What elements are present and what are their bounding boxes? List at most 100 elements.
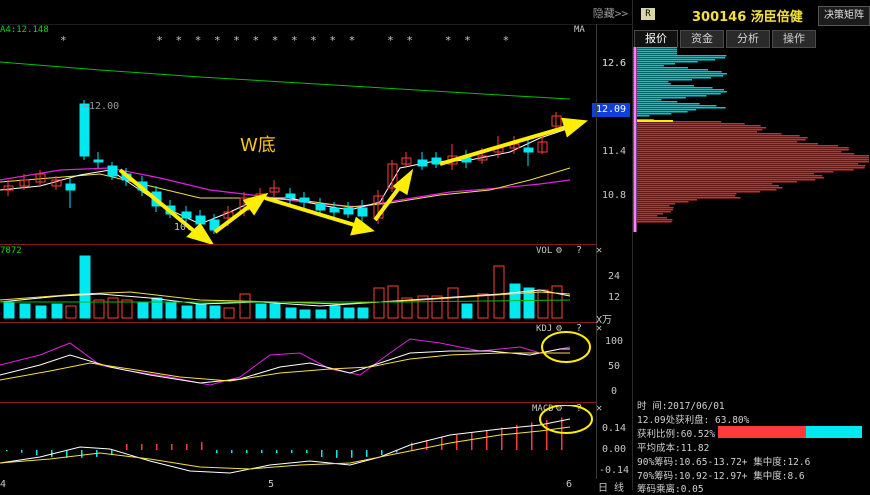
tab-funds[interactable]: 资金 xyxy=(680,30,724,48)
low-price-label: 10. xyxy=(174,222,193,233)
chip-bar xyxy=(637,53,677,55)
w-bottom-annotation: W底 xyxy=(240,135,276,156)
macd-bar xyxy=(546,420,548,450)
period-label[interactable]: 日 线 xyxy=(598,479,624,494)
chip-bar xyxy=(637,147,849,149)
decision-matrix-button[interactable]: 决策矩阵 xyxy=(818,6,870,26)
chip-bar xyxy=(637,111,688,113)
chip-bar xyxy=(637,167,865,169)
chip-bar xyxy=(637,195,736,197)
chip-bar xyxy=(637,99,662,101)
chip-bar xyxy=(637,165,866,167)
volume-bar xyxy=(537,289,549,319)
chip-bar xyxy=(637,107,726,109)
chip-bar xyxy=(637,189,777,191)
macd-bar xyxy=(261,450,263,453)
chip-bar xyxy=(637,143,819,145)
candle-body xyxy=(107,165,118,177)
macd-bar xyxy=(276,450,278,453)
chip-bar xyxy=(637,95,707,97)
chip-bar xyxy=(637,77,712,79)
macd-bar xyxy=(126,444,128,450)
chip-bar xyxy=(637,141,798,143)
chip-bar xyxy=(637,105,717,107)
macd-bar xyxy=(246,450,248,453)
tab-quote[interactable]: 报价 xyxy=(634,30,678,48)
volume-chart[interactable] xyxy=(0,250,596,322)
chip-bar xyxy=(637,97,686,99)
chip-bar xyxy=(637,65,664,67)
chip-bar xyxy=(637,155,869,157)
chip-bar xyxy=(637,163,859,165)
candle-body xyxy=(417,159,428,167)
candle-body xyxy=(285,193,296,199)
chip-bar xyxy=(637,83,671,85)
chip-bar xyxy=(637,213,664,215)
chip-bar xyxy=(637,209,673,211)
macd-bar xyxy=(306,450,308,453)
macd-dea-line xyxy=(0,426,571,470)
chip-bar xyxy=(637,101,678,103)
chip-distribution-chart[interactable] xyxy=(633,47,870,232)
candle-body xyxy=(357,207,368,217)
candle-body xyxy=(299,197,310,203)
volume-bar xyxy=(181,305,193,319)
chip-bar xyxy=(637,115,650,117)
divider xyxy=(0,322,596,323)
macd-bar xyxy=(141,444,143,450)
kdj-chart[interactable] xyxy=(0,325,596,402)
chip-bar xyxy=(637,175,823,177)
hide-button[interactable]: 隐藏>> xyxy=(593,5,628,21)
macd-bar xyxy=(366,450,368,457)
vol-axis-tick: 24 xyxy=(607,271,621,282)
volume-bar xyxy=(195,303,207,319)
macd-bar xyxy=(411,442,413,450)
ma-readout: A4:12.148 xyxy=(0,25,49,35)
profit-bar-cyan xyxy=(806,426,862,438)
chip-bar xyxy=(637,51,677,53)
date-tick: 4 xyxy=(0,479,7,490)
volume-bar xyxy=(223,307,235,319)
chip-bar xyxy=(637,159,869,161)
volume-bar xyxy=(107,297,119,319)
chip-bar xyxy=(637,135,800,137)
chip-bar xyxy=(637,61,698,63)
chip-bar xyxy=(637,137,808,139)
chip-bar xyxy=(637,203,676,205)
macd-bar xyxy=(21,450,23,453)
macd-bar xyxy=(156,444,158,450)
chip-bar xyxy=(637,187,783,189)
macd-bar xyxy=(426,440,428,450)
volume-bar xyxy=(461,303,473,319)
chip-bars xyxy=(637,47,869,223)
candlestick-chart[interactable] xyxy=(0,40,596,245)
ma-green-line xyxy=(0,61,571,100)
chip-bar xyxy=(637,207,674,209)
chip-bar xyxy=(637,127,767,129)
kdj-axis-tick: 50 xyxy=(607,361,621,372)
candle-body xyxy=(329,207,340,213)
chip-bar xyxy=(637,181,797,183)
volume-bars xyxy=(3,255,563,319)
macd-bar xyxy=(36,450,38,456)
macd-bar xyxy=(471,432,473,450)
volume-bar xyxy=(65,305,77,319)
macd-bar xyxy=(486,430,488,450)
ma-label: MA xyxy=(574,25,585,35)
chip-bar xyxy=(637,123,745,125)
info-avg-cost: 平均成本:11.82 xyxy=(637,443,710,454)
chip-bar xyxy=(637,133,782,135)
chip-bar xyxy=(637,67,688,69)
chip-bar xyxy=(637,171,834,173)
macd-bar xyxy=(531,422,533,450)
macd-bar xyxy=(6,450,8,451)
macd-bar xyxy=(201,442,203,450)
chip-bar xyxy=(637,217,668,219)
info-profit-at: 12.09处获利盘: 63.80% xyxy=(637,415,750,426)
chip-bar xyxy=(637,87,713,89)
macd-chart[interactable] xyxy=(0,405,596,479)
tab-operate[interactable]: 操作 xyxy=(772,30,816,48)
tab-analysis[interactable]: 分析 xyxy=(726,30,770,48)
macd-bar xyxy=(501,427,503,450)
price-axis-tick: 10.8 xyxy=(601,190,627,201)
